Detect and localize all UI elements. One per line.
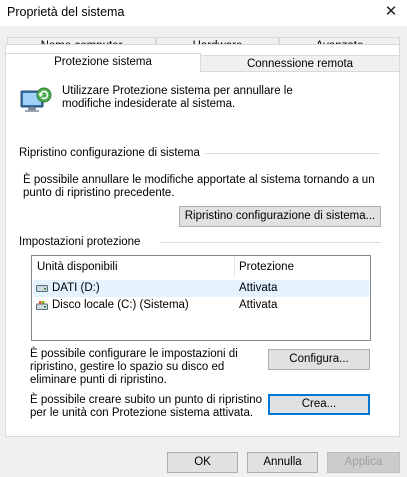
title-bar: Proprietà del sistema ✕ bbox=[0, 0, 407, 26]
tab-protezione-sistema[interactable]: Protezione sistema bbox=[5, 53, 201, 72]
system-protection-icon bbox=[18, 85, 54, 117]
list-item[interactable]: DATI (D:) Attivata bbox=[33, 280, 369, 297]
create-button[interactable]: Crea... bbox=[268, 394, 370, 415]
drive-icon bbox=[36, 285, 48, 292]
system-restore-button[interactable]: Ripristino configurazione di sistema... bbox=[179, 206, 381, 227]
drive-status: Attivata bbox=[239, 299, 278, 311]
restore-group-label: Ripristino configurazione di sistema bbox=[19, 147, 200, 159]
drive-status: Attivata bbox=[239, 282, 278, 294]
configure-button[interactable]: Configura... bbox=[268, 349, 370, 370]
configure-text: È possibile configurare le impostazioni … bbox=[30, 348, 238, 386]
drive-name: DATI (D:) bbox=[52, 282, 100, 294]
list-item[interactable]: Disco locale (C:) (Sistema) Attivata bbox=[33, 297, 369, 314]
column-header-drives[interactable]: Unità disponibili bbox=[37, 256, 232, 279]
apply-button[interactable]: Applica bbox=[327, 452, 400, 473]
window-title: Proprietà del sistema bbox=[7, 5, 125, 19]
restore-description: È possibile annullare le modifiche appor… bbox=[23, 174, 375, 199]
tab-label: Connessione remota bbox=[246, 58, 354, 70]
drive-name: Disco locale (C:) (Sistema) bbox=[52, 299, 189, 311]
column-separator[interactable] bbox=[234, 256, 235, 278]
column-header-protection[interactable]: Protezione bbox=[239, 256, 359, 279]
ok-button[interactable]: OK bbox=[167, 452, 238, 473]
restore-group-divider bbox=[205, 153, 380, 154]
system-drive-icon bbox=[36, 301, 48, 310]
tab-label: Protezione sistema bbox=[54, 56, 152, 68]
drives-list[interactable]: Unità disponibili Protezione DATI (D:) A… bbox=[31, 255, 371, 341]
protection-group-divider bbox=[160, 242, 381, 243]
intro-text: Utilizzare Protezione sistema per annull… bbox=[62, 85, 293, 110]
protection-group-label: Impostazioni protezione bbox=[19, 236, 141, 248]
close-icon[interactable]: ✕ bbox=[377, 1, 405, 23]
create-text: È possibile creare subito un punto di ri… bbox=[30, 394, 263, 419]
tab-connessione-remota[interactable]: Connessione remota bbox=[200, 55, 400, 72]
cancel-button[interactable]: Annulla bbox=[247, 452, 318, 473]
